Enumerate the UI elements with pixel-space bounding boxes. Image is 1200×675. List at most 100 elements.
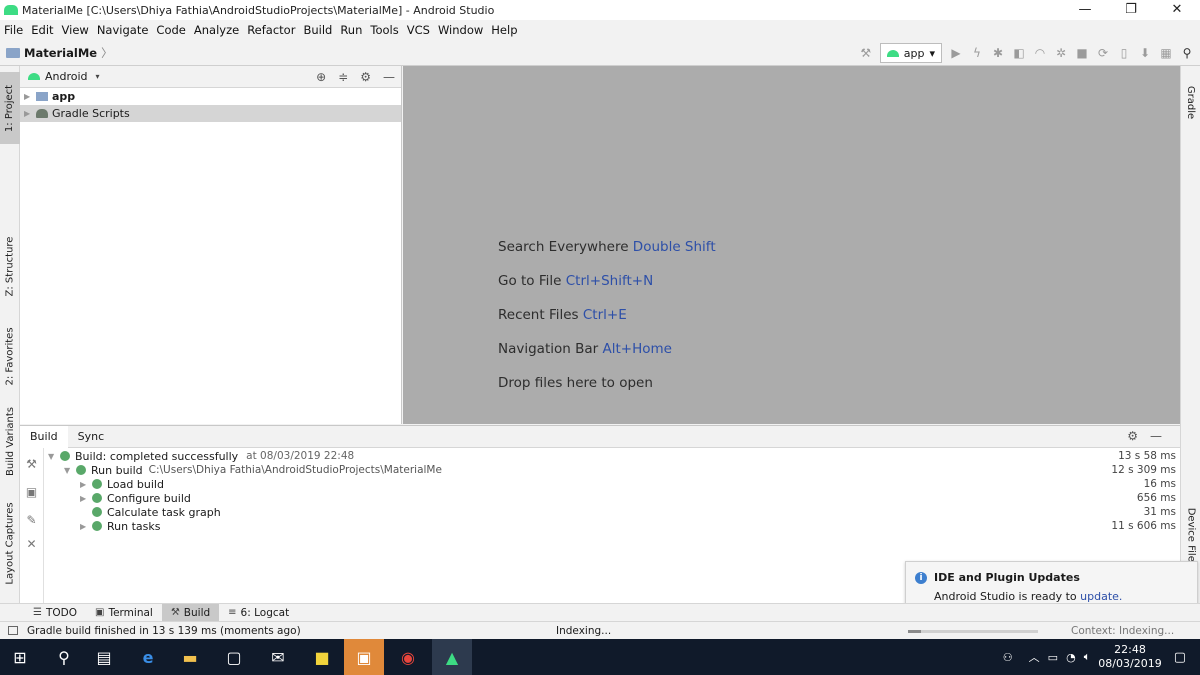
windows-start-icon[interactable]: ⊞ <box>0 639 40 675</box>
tab-todo[interactable]: ☰ TODO <box>24 604 86 622</box>
task-view-icon[interactable]: ▤ <box>84 639 124 675</box>
android-studio-taskbar-icon[interactable]: ▲ <box>432 639 472 675</box>
sync-gradle-icon[interactable]: ⟳ <box>1096 46 1110 60</box>
build-row[interactable]: ▶ Load build <box>80 477 164 491</box>
hide-icon[interactable]: — <box>1150 429 1162 443</box>
chevron-down-icon[interactable]: ▾ <box>96 72 100 81</box>
build-row[interactable]: ▶ Run tasks <box>80 519 160 533</box>
tab-project[interactable]: 1: Project <box>0 72 20 144</box>
expand-arrow-icon[interactable]: ▶ <box>80 522 92 531</box>
close-button[interactable]: ✕ <box>1154 0 1200 20</box>
profile-icon[interactable]: ◠ <box>1033 46 1047 60</box>
build-row[interactable]: ▶ Configure build <box>80 491 191 505</box>
minimize-button[interactable]: — <box>1062 0 1108 20</box>
android-icon <box>28 73 40 80</box>
menu-help[interactable]: Help <box>491 23 517 37</box>
breadcrumb[interactable]: MaterialMe 〉 <box>6 45 113 61</box>
debug-icon[interactable]: ✱ <box>991 46 1005 60</box>
editor-empty-area[interactable]: Search Everywhere Double Shift Go to Fil… <box>403 66 1180 424</box>
volume-icon[interactable]: 🔈︎ <box>1084 650 1091 664</box>
expand-arrow-icon[interactable]: ▼ <box>64 466 76 475</box>
hide-icon[interactable]: — <box>383 70 395 84</box>
folder-icon <box>36 92 48 101</box>
tab-terminal[interactable]: ▣ Terminal <box>86 604 162 622</box>
menu-analyze[interactable]: Analyze <box>194 23 239 37</box>
stop-icon[interactable]: ■ <box>1075 46 1089 60</box>
collapse-all-icon[interactable]: ≑ <box>338 70 348 84</box>
menu-navigate[interactable]: Navigate <box>97 23 149 37</box>
tree-item-app[interactable]: ▶ app <box>20 88 401 105</box>
gear-icon[interactable]: ⚙ <box>1127 429 1138 443</box>
maximize-button[interactable]: ❐ <box>1108 0 1154 20</box>
build-row-label: Build: completed successfully <box>75 449 239 463</box>
menu-view[interactable]: View <box>62 23 89 37</box>
hammer-icon[interactable]: ⚒ <box>859 46 873 60</box>
build-row[interactable]: ▼ Run build C:\Users\Dhiya Fathia\Androi… <box>64 463 442 477</box>
tab-build-variants[interactable]: Build Variants <box>0 401 20 481</box>
tab-build[interactable]: Build <box>20 425 68 448</box>
tab-gradle[interactable]: Gradle <box>1181 72 1200 132</box>
breadcrumb-project[interactable]: MaterialMe <box>24 46 97 60</box>
progress-fill <box>908 630 921 633</box>
line-app-icon[interactable]: ▣ <box>344 639 384 675</box>
expand-arrow-icon[interactable]: ▶ <box>80 494 92 503</box>
hammer-icon[interactable]: ⚒ <box>20 457 43 471</box>
menu-file[interactable]: File <box>4 23 23 37</box>
project-structure-icon[interactable]: ▦ <box>1159 46 1173 60</box>
status-message[interactable]: Gradle build finished in 13 s 139 ms (mo… <box>27 625 301 637</box>
tab-structure[interactable]: Z: Structure <box>0 226 20 306</box>
store-icon[interactable]: ▢ <box>214 639 254 675</box>
edge-browser-icon[interactable]: e <box>128 639 168 675</box>
menu-build[interactable]: Build <box>303 23 332 37</box>
clock-date: 08/03/2019 <box>1098 657 1162 670</box>
run-config-select[interactable]: app ▾ <box>879 43 942 63</box>
battery-icon[interactable]: ▭ <box>1048 651 1058 664</box>
file-explorer-icon[interactable]: ▬ <box>170 639 210 675</box>
pin-icon[interactable]: ✎ <box>20 513 43 527</box>
sdk-manager-icon[interactable]: ⬇ <box>1138 46 1152 60</box>
tab-logcat-label: 6: Logcat <box>240 606 290 619</box>
menu-window[interactable]: Window <box>438 23 483 37</box>
navigation-toolbar: MaterialMe 〉 ⚒ app ▾ ▶ ϟ ✱ ◧ ◠ ✲ ■ ⟳ ▯ ⬇… <box>0 40 1200 66</box>
expand-arrow-icon[interactable]: ▶ <box>24 109 36 118</box>
toggle-view-icon[interactable]: ▣ <box>20 485 43 499</box>
project-view-select[interactable]: Android <box>45 70 88 83</box>
menu-vcs[interactable]: VCS <box>407 23 430 37</box>
menu-refactor[interactable]: Refactor <box>247 23 295 37</box>
close-icon[interactable]: ✕ <box>20 537 43 551</box>
expand-arrow-icon[interactable]: ▶ <box>24 92 36 101</box>
run-icon[interactable]: ▶ <box>949 46 963 60</box>
menu-code[interactable]: Code <box>156 23 185 37</box>
build-row[interactable]: Calculate task graph <box>80 505 221 519</box>
menu-tools[interactable]: Tools <box>370 23 398 37</box>
network-icon[interactable]: ◔ <box>1066 651 1076 664</box>
coverage-icon[interactable]: ◧ <box>1012 46 1026 60</box>
menu-edit[interactable]: Edit <box>31 23 53 37</box>
build-row[interactable]: ▼ Build: completed successfully at 08/03… <box>48 449 354 463</box>
people-icon[interactable]: ⚇ <box>1003 651 1013 664</box>
attach-debugger-icon[interactable]: ✲ <box>1054 46 1068 60</box>
sticky-notes-icon[interactable]: ■ <box>302 639 342 675</box>
expand-arrow-icon[interactable]: ▶ <box>80 480 92 489</box>
tab-layout-captures[interactable]: Layout Captures <box>0 496 20 591</box>
search-icon[interactable]: ⚲ <box>1180 46 1194 60</box>
tab-logcat[interactable]: ≡ 6: Logcat <box>219 604 298 622</box>
chevron-up-icon[interactable]: ︿ <box>1029 649 1040 665</box>
tab-favorites[interactable]: 2: Favorites <box>0 316 20 396</box>
expand-arrow-icon[interactable]: ▼ <box>48 452 60 461</box>
action-center-icon[interactable]: ▢ <box>1174 650 1186 665</box>
update-link[interactable]: update. <box>1080 590 1122 603</box>
toggle-tool-windows-icon[interactable] <box>8 626 18 635</box>
gear-icon[interactable]: ⚙ <box>360 70 371 84</box>
tab-build-bottom[interactable]: ⚒ Build <box>161 603 220 622</box>
tree-item-gradle-scripts[interactable]: ▶ Gradle Scripts <box>20 105 401 122</box>
tab-sync[interactable]: Sync <box>68 426 115 448</box>
menu-run[interactable]: Run <box>340 23 362 37</box>
search-icon[interactable]: ⚲ <box>44 639 84 675</box>
chrome-icon[interactable]: ◉ <box>388 639 428 675</box>
locate-icon[interactable]: ⊕ <box>316 70 326 84</box>
apply-changes-icon[interactable]: ϟ <box>970 46 984 60</box>
mail-icon[interactable]: ✉ <box>258 639 298 675</box>
avd-manager-icon[interactable]: ▯ <box>1117 46 1131 60</box>
clock[interactable]: 22:48 08/03/2019 <box>1098 643 1161 671</box>
